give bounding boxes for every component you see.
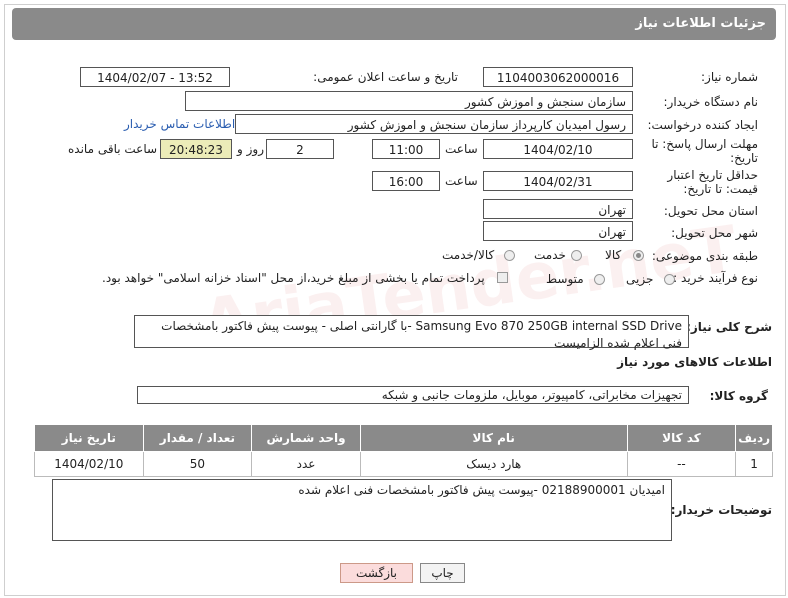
process-option-minor: جزیی <box>626 272 654 286</box>
group-field[interactable]: تجهیزات مخابراتی، کامپیوتر، موبایل، ملزو… <box>137 386 689 404</box>
page-title: جزئیات اطلاعات نیاز <box>635 16 766 31</box>
deadline-time-label: ساعت <box>445 142 478 156</box>
category-radio-service[interactable] <box>571 250 582 261</box>
buyer-notes-field[interactable]: امیدیان 02188900001 -پیوست پیش فاکتور با… <box>52 479 672 541</box>
province-label: استان محل تحویل: <box>663 204 758 218</box>
buyer-notes-label: توضیحات خریدار: <box>670 503 772 517</box>
province-field[interactable]: تهران <box>483 199 633 219</box>
table-row[interactable]: 1 -- هارد دیسک عدد 50 1404/02/10 <box>34 451 773 477</box>
cell-code: -- <box>626 451 737 477</box>
cell-unit: عدد <box>251 451 361 477</box>
col-header-row: ردیف <box>735 424 773 452</box>
category-option-both: کالا/خدمت <box>442 248 495 262</box>
process-option-medium: متوسط <box>546 272 584 286</box>
col-header-name: نام کالا <box>359 424 628 452</box>
need-number-field[interactable]: 1104003062000016 <box>483 67 633 87</box>
back-button[interactable]: بازگشت <box>340 563 413 583</box>
cell-name: هارد دیسک <box>359 451 628 477</box>
payment-note: پرداخت تمام یا بخشی از مبلغ خرید،از محل … <box>102 271 485 285</box>
days-label: روز و <box>237 142 264 156</box>
category-option-service: خدمت <box>534 248 566 262</box>
cell-date: 1404/02/10 <box>34 451 144 477</box>
price-validity-label: حداقل تاریخ اعتبار قیمت: تا تاریخ: <box>667 168 758 196</box>
description-field[interactable]: Samsung Evo 870 250GB internal SSD Drive… <box>134 315 689 350</box>
treasury-checkbox[interactable] <box>497 272 508 283</box>
category-radio-both[interactable] <box>504 250 515 261</box>
process-radio-medium[interactable] <box>594 274 605 285</box>
category-option-goods: کالا <box>605 248 622 262</box>
buyer-org-label: نام دستگاه خریدار: <box>663 95 759 109</box>
city-label: شهر محل تحویل: <box>671 226 758 240</box>
creator-field[interactable]: رسول امیدیان کارپرداز سازمان سنجش و اموز… <box>235 114 633 134</box>
deadline-date-field[interactable]: 1404/02/10 <box>483 139 633 159</box>
price-date-field[interactable]: 1404/02/31 <box>483 171 633 191</box>
remaining-label: ساعت باقی مانده <box>68 142 158 156</box>
days-field[interactable]: 2 <box>266 139 334 159</box>
col-header-date: تاریخ نیاز <box>34 424 144 452</box>
deadline-time-field[interactable]: 11:00 <box>372 139 440 159</box>
contact-link[interactable]: اطلاعات تماس خریدار <box>124 117 235 131</box>
description-label: شرح کلی نیاز: <box>686 320 772 334</box>
col-header-unit: واحد شمارش <box>251 424 361 452</box>
goods-table: ردیف کد کالا نام کالا واحد شمارش تعداد /… <box>34 424 773 477</box>
announce-field[interactable]: 1404/02/07 - 13:52 <box>80 67 230 87</box>
category-radio-goods[interactable] <box>633 250 644 261</box>
price-time-field[interactable]: 16:00 <box>372 171 440 191</box>
cell-qty: 50 <box>142 451 253 477</box>
section-header: جزئیات اطلاعات نیاز <box>12 8 776 40</box>
remaining-time-field: 20:48:23 <box>160 139 232 159</box>
announce-label: تاریخ و ساعت اعلان عمومی: <box>313 70 458 84</box>
process-label: نوع فرآیند خرید : <box>673 271 758 285</box>
group-label: گروه کالا: <box>709 389 768 403</box>
category-label: طبقه بندی موضوعی: <box>651 249 758 263</box>
city-field[interactable]: تهران <box>483 221 633 241</box>
col-header-qty: تعداد / مقدار <box>142 424 253 452</box>
buyer-org-field[interactable]: سازمان سنجش و اموزش کشور <box>185 91 633 111</box>
deadline-label: مهلت ارسال پاسخ: تا تاریخ: <box>651 137 758 165</box>
price-time-label: ساعت <box>445 174 478 188</box>
print-button[interactable]: چاپ <box>420 563 465 583</box>
need-number-label: شماره نیاز: <box>701 70 758 84</box>
col-header-code: کد کالا <box>626 424 737 452</box>
cell-row: 1 <box>735 451 773 477</box>
goods-info-title: اطلاعات کالاهای مورد نیاز <box>617 355 772 369</box>
process-radio-minor[interactable] <box>664 274 675 285</box>
creator-label: ایجاد کننده درخواست: <box>647 118 758 132</box>
